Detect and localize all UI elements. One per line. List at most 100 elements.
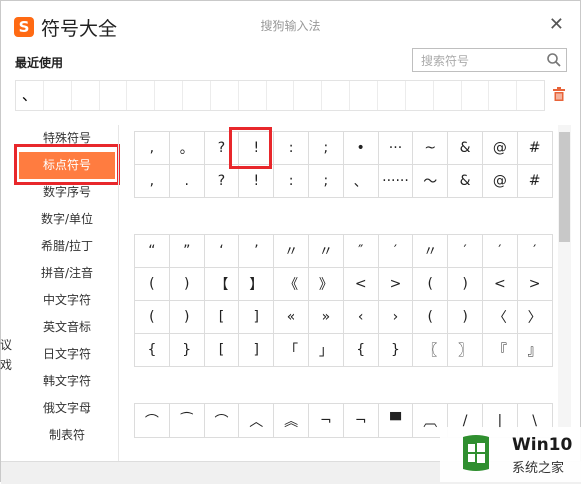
symbol-cell[interactable]: [ [203, 300, 240, 334]
symbol-cell[interactable]: ] [238, 333, 275, 367]
symbol-cell[interactable]: ′ [481, 234, 518, 268]
symbol-cell[interactable]: 」 [307, 333, 344, 367]
recent-symbol-cell[interactable] [294, 81, 323, 110]
symbol-cell[interactable]: ~ [412, 131, 449, 165]
symbol-cell[interactable]: » [307, 300, 344, 334]
symbol-cell[interactable]: 』 [516, 333, 553, 367]
symbol-cell[interactable]: ′ [377, 234, 414, 268]
recent-symbol-cell[interactable] [211, 81, 239, 110]
symbol-cell[interactable]: < [481, 267, 518, 301]
symbol-cell[interactable]: « [273, 300, 309, 334]
symbol-cell[interactable]: 〖 [412, 333, 449, 367]
recent-symbol-cell[interactable] [322, 81, 351, 110]
recent-symbol-cell[interactable] [489, 81, 518, 110]
search-box[interactable] [412, 48, 567, 72]
symbol-cell[interactable]: 】 [238, 267, 275, 301]
symbol-cell[interactable]: @ [481, 131, 518, 165]
symbol-cell[interactable]: 、 [342, 164, 379, 198]
symbol-cell[interactable]: “ [134, 234, 170, 268]
recent-symbol-cell[interactable] [239, 81, 267, 110]
symbol-cell[interactable]: 。 [168, 131, 205, 165]
symbol-cell[interactable]: ) [447, 267, 483, 301]
symbol-cell[interactable]: 『 [481, 333, 518, 367]
scrollbar-thumb[interactable] [559, 132, 570, 242]
recent-symbol-cell[interactable] [183, 81, 211, 110]
sidebar-item[interactable]: 英文音标 [15, 314, 119, 341]
trash-icon[interactable] [553, 87, 565, 101]
symbol-cell[interactable]: ′ [447, 234, 483, 268]
symbol-cell[interactable]: 〃 [307, 234, 344, 268]
symbol-cell[interactable]: # [516, 164, 553, 198]
recent-symbol-cell[interactable]: 、 [16, 81, 44, 110]
symbol-cell[interactable]: { [134, 333, 170, 367]
recent-symbol-cell[interactable] [378, 81, 406, 110]
symbol-cell[interactable]: > [516, 267, 553, 301]
symbol-cell[interactable]: ⌒ [203, 403, 240, 438]
symbol-cell[interactable]: ⌒ [134, 403, 170, 438]
close-button[interactable]: ✕ [549, 14, 564, 35]
symbol-cell[interactable]: ¬ [342, 403, 379, 438]
symbol-cell[interactable]: } [168, 333, 205, 367]
symbol-cell[interactable]: < [342, 267, 379, 301]
symbol-cell[interactable]: ⁀ [168, 403, 205, 438]
symbol-cell[interactable]: ‹ [342, 300, 379, 334]
recent-symbol-cell[interactable] [406, 81, 434, 110]
sidebar-item[interactable]: 拼音/注音 [15, 260, 119, 287]
symbol-cell[interactable]: { [342, 333, 379, 367]
sidebar-item[interactable]: 数字/单位 [15, 206, 119, 233]
sidebar-item[interactable]: 俄文字母 [15, 395, 119, 422]
symbol-cell[interactable]: 〈 [481, 300, 518, 334]
recent-symbol-cell[interactable] [267, 81, 295, 110]
symbol-cell[interactable]: 〃 [412, 234, 449, 268]
search-input[interactable] [419, 50, 543, 72]
symbol-cell[interactable]: : [273, 164, 309, 198]
symbol-cell[interactable]: ······ [377, 164, 414, 198]
symbol-cell[interactable]: , [134, 131, 170, 165]
symbol-cell[interactable]: ( [134, 300, 170, 334]
recent-symbol-cell[interactable] [350, 81, 378, 110]
symbol-cell[interactable]: ; [307, 164, 344, 198]
symbol-cell[interactable]: › [377, 300, 414, 334]
search-icon[interactable] [546, 52, 562, 68]
symbol-cell[interactable]: , [134, 164, 170, 198]
scrollbar[interactable] [558, 125, 571, 455]
symbol-cell[interactable]: ( [412, 300, 449, 334]
symbol-cell[interactable]: ! [238, 164, 275, 198]
sidebar-item[interactable]: 韩文字符 [15, 368, 119, 395]
sidebar-item[interactable]: 制表符 [15, 422, 119, 449]
symbol-cell[interactable]: 〜 [412, 164, 449, 198]
symbol-cell[interactable]: 〃 [273, 234, 309, 268]
symbol-cell[interactable]: ▀ [377, 403, 414, 438]
symbol-cell[interactable]: 【 [203, 267, 240, 301]
symbol-cell[interactable]: # [516, 131, 553, 165]
symbol-cell[interactable]: & [447, 131, 483, 165]
symbol-cell[interactable]: 》 [307, 267, 344, 301]
symbol-cell[interactable]: ″ [342, 234, 379, 268]
symbol-cell[interactable]: ) [168, 300, 205, 334]
symbol-cell[interactable]: ‘ [203, 234, 240, 268]
symbol-cell[interactable]: ( [412, 267, 449, 301]
symbol-cell[interactable]: @ [481, 164, 518, 198]
symbol-cell[interactable]: 〉 [516, 300, 553, 334]
recent-symbol-cell[interactable] [517, 81, 544, 110]
sidebar-item[interactable]: 中文字符 [15, 287, 119, 314]
symbol-cell[interactable]: 「 [273, 333, 309, 367]
symbol-cell[interactable]: ” [168, 234, 205, 268]
symbol-cell[interactable]: 〗 [447, 333, 483, 367]
symbol-cell[interactable]: ¬ [307, 403, 344, 438]
symbol-cell[interactable]: : [273, 131, 309, 165]
sidebar-item[interactable]: 日文字符 [15, 341, 119, 368]
symbol-cell[interactable]: ; [307, 131, 344, 165]
recent-symbol-cell[interactable] [434, 81, 462, 110]
recent-symbol-cell[interactable] [72, 81, 100, 110]
symbol-cell[interactable]: ? [203, 164, 240, 198]
symbol-cell[interactable]: ] [238, 300, 275, 334]
recent-symbol-cell[interactable] [127, 81, 156, 110]
symbol-cell[interactable]: 《 [273, 267, 309, 301]
symbol-cell[interactable]: . [168, 164, 205, 198]
symbol-cell[interactable]: ( [134, 267, 170, 301]
symbol-cell[interactable]: • [342, 131, 379, 165]
symbol-cell[interactable]: ··· [377, 131, 414, 165]
symbol-cell[interactable]: > [377, 267, 414, 301]
recent-symbol-cell[interactable] [462, 81, 490, 110]
